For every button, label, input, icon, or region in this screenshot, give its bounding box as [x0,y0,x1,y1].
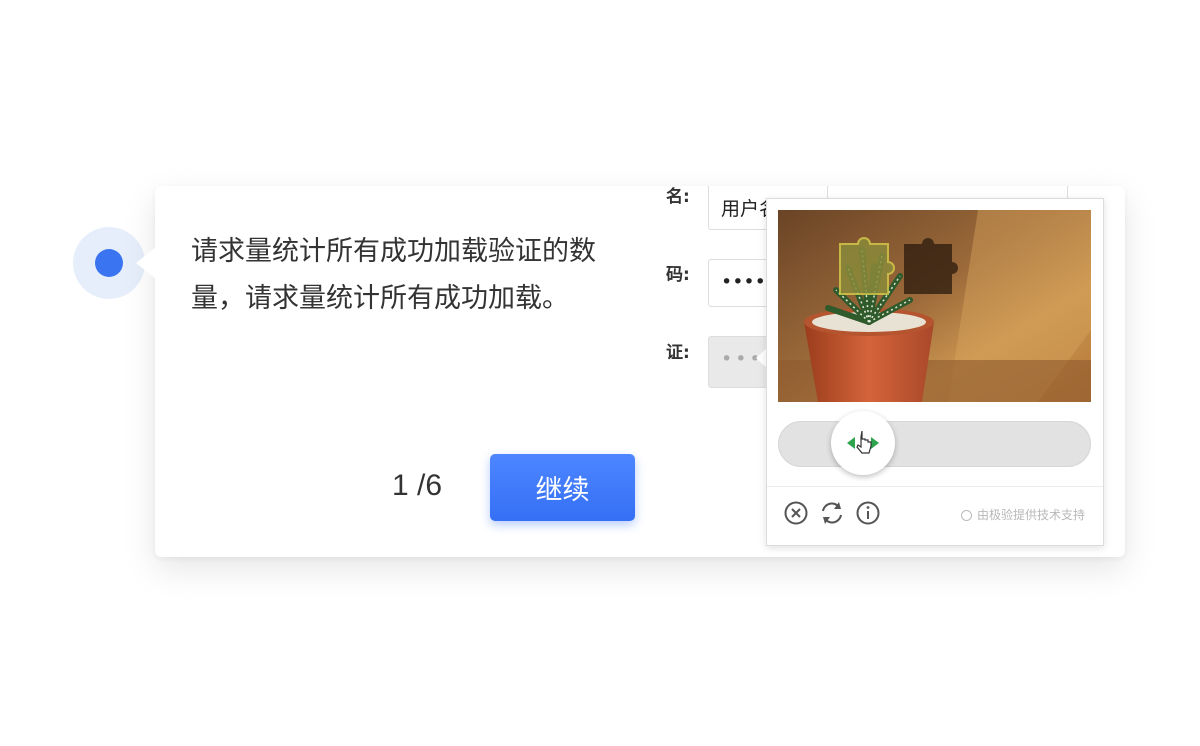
powered-by-text: 由极验提供技术支持 [976,508,1085,522]
refresh-icon[interactable] [819,500,845,526]
captcha-image [778,210,1091,402]
step-indicator-dot [95,249,123,277]
password-label: 码: [666,265,690,285]
slider-handle[interactable] [831,411,895,475]
drag-arrows-icon [847,431,879,454]
continue-button[interactable]: 继续 [490,454,635,521]
close-circle-icon[interactable] [783,500,809,526]
captcha-divider [767,486,1103,487]
guide-description: 请求量统计所有成功加载验证的数量，请求量统计所有成功加载。 [191,236,596,314]
geetest-logo-icon [960,510,972,521]
username-label: 名: [666,187,690,207]
info-icon[interactable] [855,500,881,526]
guide-card: 请求量统计所有成功加载验证的数量，请求量统计所有成功加载。 1 /6 继续 名:… [155,186,1125,557]
card-pointer [136,247,156,279]
captcha-popup: 由极验提供技术支持 [766,198,1104,546]
powered-by: 由极验提供技术支持 [960,506,1085,523]
step-counter: 1 /6 [392,469,443,502]
verify-label: 证: [666,343,690,363]
slider-track[interactable] [778,421,1091,467]
